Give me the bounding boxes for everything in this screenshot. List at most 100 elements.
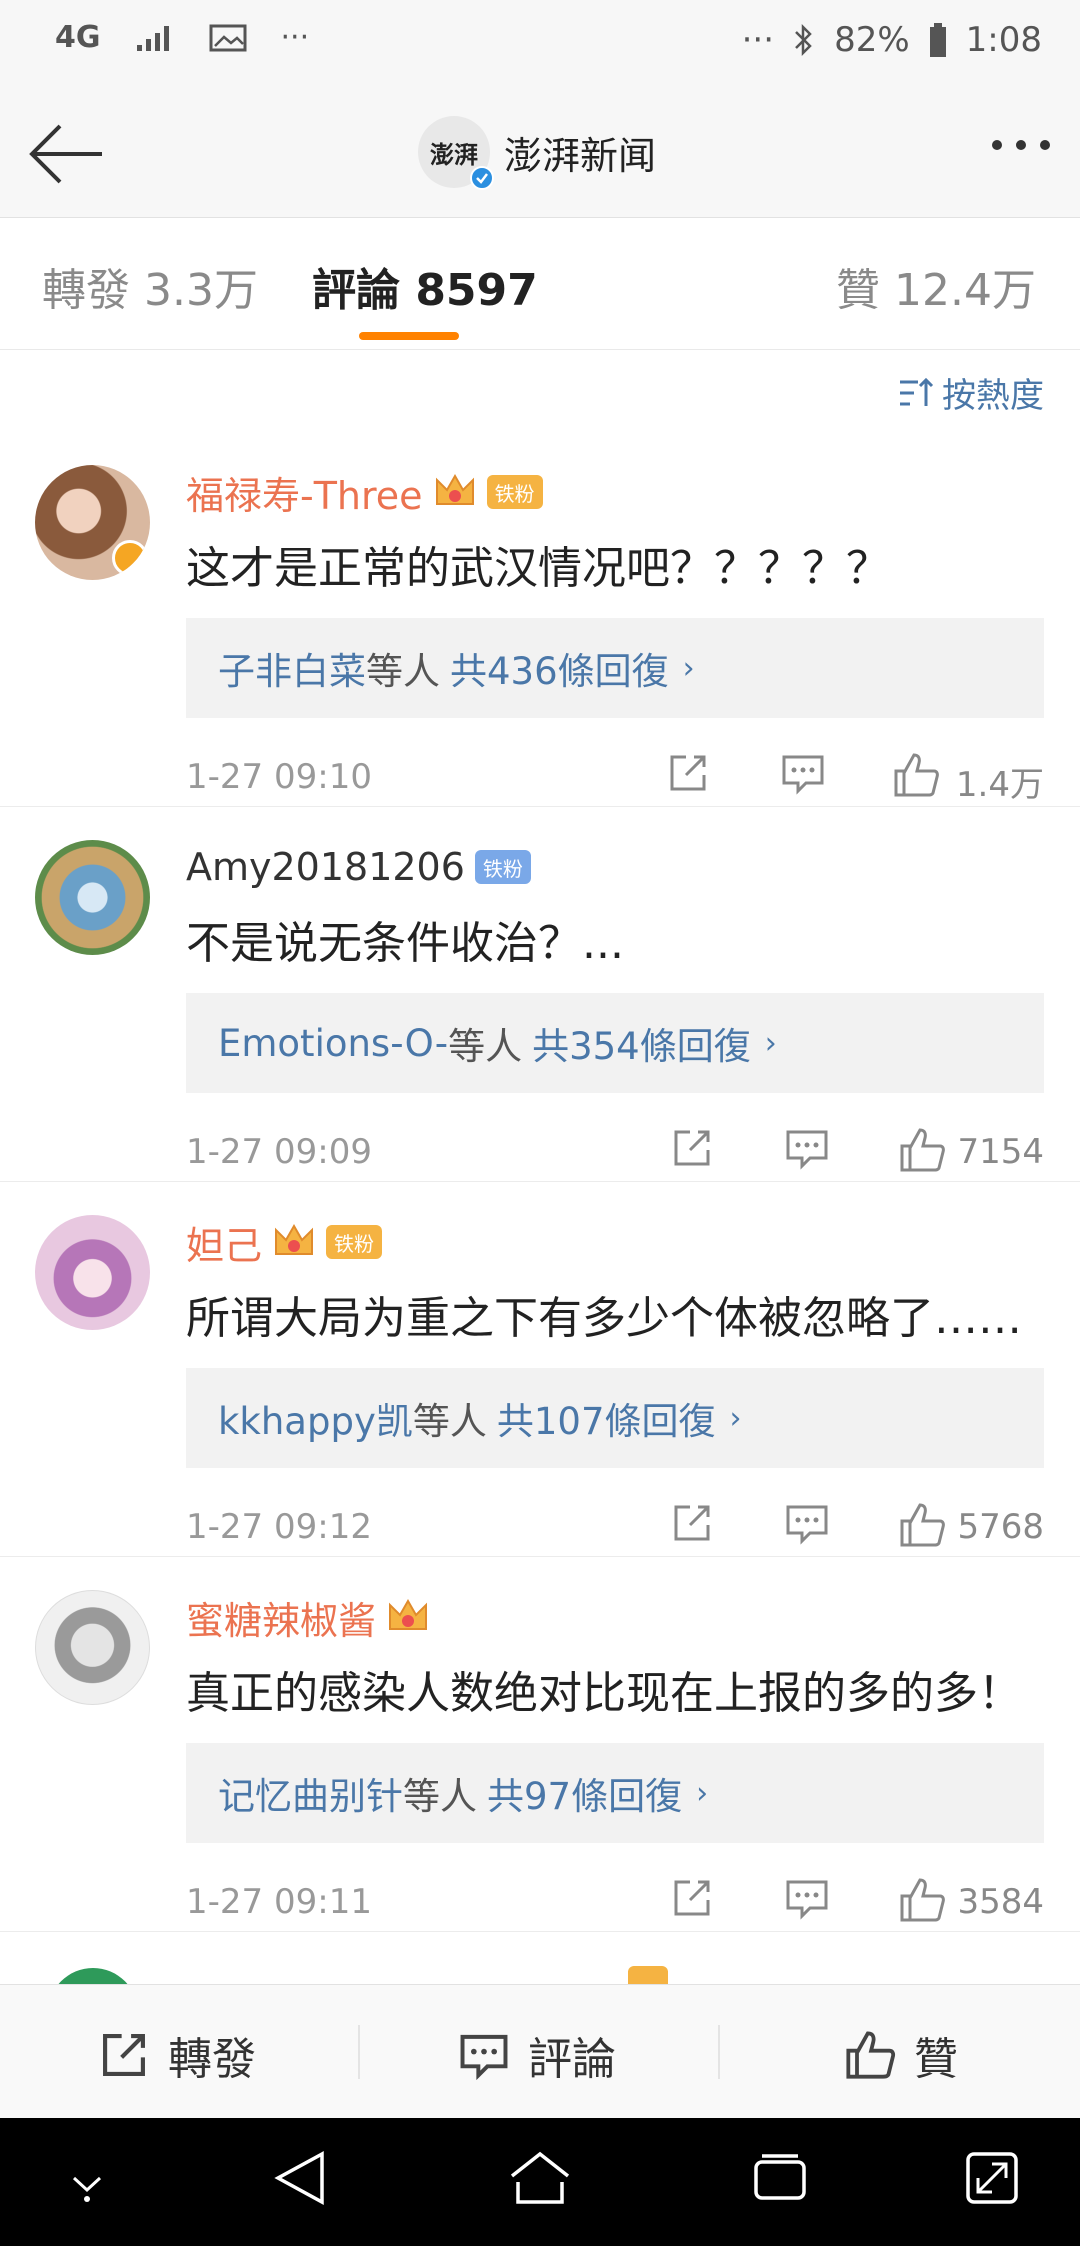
more-notifications: ··· xyxy=(280,20,310,55)
share-icon[interactable] xyxy=(670,1501,714,1545)
comment-icon[interactable] xyxy=(784,1876,830,1920)
chevron-right-icon: › xyxy=(682,650,695,686)
sort-label: 按熱度 xyxy=(942,376,1044,416)
crown-icon xyxy=(272,1220,316,1264)
more-options-button[interactable] xyxy=(992,140,1050,150)
reply-users[interactable]: 记忆曲别针 xyxy=(218,1766,403,1820)
more-dot-icon xyxy=(1016,140,1026,150)
more-dot-icon xyxy=(992,140,1002,150)
account-avatar-logo: 澎湃 xyxy=(430,139,478,169)
sort-button[interactable]: 按熱度 xyxy=(898,368,1044,417)
comment-item: Amy20181206 铁粉 不是说无条件收治？... Emotions-O- … xyxy=(0,807,1080,1182)
share-icon[interactable] xyxy=(666,751,710,795)
user-avatar[interactable] xyxy=(35,465,150,580)
fan-badge: 铁粉 xyxy=(474,850,531,884)
comment-label: 評論 xyxy=(528,2034,616,2085)
comment-text: 不是说无条件收治？... xyxy=(186,918,624,969)
fullscreen-icon xyxy=(966,2152,1018,2204)
reply-count[interactable]: 共436條回復 xyxy=(450,641,669,695)
tab-likes[interactable]: 贊 12.4万 xyxy=(836,254,1036,318)
comment-icon[interactable] xyxy=(780,751,826,795)
more-dot-icon xyxy=(1040,140,1050,150)
user-avatar[interactable] xyxy=(48,1968,138,1984)
reply-others: 等人 xyxy=(448,1025,523,1068)
username[interactable]: 妲己 xyxy=(186,1215,262,1270)
hide-keyboard-button[interactable] xyxy=(62,2168,112,2204)
username[interactable]: 福禄寿-Three xyxy=(186,465,423,520)
user-avatar[interactable] xyxy=(35,840,150,955)
battery-percent: 82% xyxy=(834,20,910,60)
like-count: 1.4万 xyxy=(955,765,1044,805)
share-icon[interactable] xyxy=(670,1126,714,1170)
reply-count[interactable]: 共97條回復 xyxy=(487,1766,682,1820)
sort-icon xyxy=(900,377,934,406)
reply-others: 等人 xyxy=(412,1400,487,1443)
reply-others: 等人 xyxy=(366,650,440,693)
fan-badge: 铁粉 xyxy=(486,475,543,509)
reply-count[interactable]: 共354條回復 xyxy=(532,1016,751,1070)
comment-icon[interactable] xyxy=(784,1501,830,1545)
replies-preview[interactable]: Emotions-O- 等人 共354條回復 › xyxy=(186,993,1044,1093)
comment-time: 1-27 09:10 xyxy=(186,757,372,797)
repost-icon xyxy=(103,2034,145,2076)
home-icon xyxy=(510,2151,570,2204)
comment-text: 所谓大局为重之下有多少个体被忽略了…… xyxy=(186,1293,1022,1344)
like-count: 5768 xyxy=(957,1507,1044,1547)
tab-reposts[interactable]: 轉發 3.3万 xyxy=(42,254,258,318)
like-icon[interactable] xyxy=(898,1501,946,1549)
bluetooth-icon xyxy=(792,22,816,58)
image-notification-icon xyxy=(209,23,247,53)
clock: 1:08 xyxy=(965,20,1042,60)
reply-others: 等人 xyxy=(403,1775,477,1818)
verified-badge-icon xyxy=(112,540,148,576)
reply-users[interactable]: 子非白菜 xyxy=(218,641,366,695)
back-triangle-icon xyxy=(274,2151,324,2205)
comment-icon[interactable] xyxy=(784,1126,830,1170)
like-icon[interactable] xyxy=(892,751,940,799)
account-avatar[interactable]: 澎湃 xyxy=(418,116,494,190)
comment-text: 这才是正常的武汉情况吧？？？？？ xyxy=(186,543,890,594)
account-name[interactable]: 澎湃新闻 xyxy=(504,125,656,180)
crown-icon xyxy=(628,1966,668,1984)
username[interactable]: 蜜糖辣椒酱 xyxy=(186,1590,376,1645)
comment-item: 妲己 铁粉 所谓大局为重之下有多少个体被忽略了…… kkhappy凯 等人 共1… xyxy=(0,1182,1080,1557)
comment-icon xyxy=(460,2034,508,2080)
username[interactable]: Amy20181206 xyxy=(186,845,465,889)
divider xyxy=(718,2025,720,2079)
top-nav-bar: 澎湃 澎湃新闻 xyxy=(0,90,1080,218)
account-header[interactable]: 澎湃 澎湃新闻 xyxy=(418,116,656,190)
replies-preview[interactable]: 记忆曲别针 等人 共97條回復 › xyxy=(186,1743,1044,1843)
reply-count[interactable]: 共107條回復 xyxy=(497,1391,716,1445)
like-icon[interactable] xyxy=(898,1126,946,1174)
reply-users[interactable]: Emotions-O- xyxy=(218,1022,448,1065)
comment-item: 蜜糖辣椒酱 真正的感染人数绝对比现在上报的多的多！ 记忆曲别针 等人 共97條回… xyxy=(0,1557,1080,1932)
verified-icon xyxy=(470,166,494,190)
repost-button[interactable]: 轉發 xyxy=(98,2023,256,2087)
like-icon[interactable] xyxy=(898,1876,946,1924)
user-avatar[interactable] xyxy=(35,1215,150,1330)
reply-users[interactable]: kkhappy凯 xyxy=(218,1391,413,1445)
status-bar: 4G ··· ··· 82% 1:08 xyxy=(0,0,1080,90)
bottom-action-bar: 轉發 評論 贊 xyxy=(0,1984,1080,2118)
signal-icon xyxy=(135,23,175,53)
replies-preview[interactable]: 子非白菜 等人 共436條回復 › xyxy=(186,618,1044,718)
nav-back-button[interactable] xyxy=(272,2148,328,2208)
tab-bar: 轉發 3.3万 評論 8597 贊 12.4万 xyxy=(0,218,1080,350)
nav-expand-button[interactable] xyxy=(962,2148,1022,2208)
partial-comment-item xyxy=(0,1960,1080,1984)
replies-preview[interactable]: kkhappy凯 等人 共107條回復 › xyxy=(186,1368,1044,1468)
back-button[interactable] xyxy=(26,118,106,190)
back-arrow-icon xyxy=(29,124,102,184)
nav-home-button[interactable] xyxy=(508,2148,572,2208)
like-button[interactable]: 贊 xyxy=(844,2023,958,2087)
comment-text: 真正的感染人数绝对比现在上报的多的多！ xyxy=(186,1668,1022,1719)
nav-recents-button[interactable] xyxy=(750,2148,810,2208)
like-label: 贊 xyxy=(914,2034,958,2085)
like-count: 7154 xyxy=(957,1132,1044,1172)
tab-comments[interactable]: 評論 8597 xyxy=(312,254,538,318)
chevron-right-icon: › xyxy=(696,1775,709,1811)
recents-icon xyxy=(754,2154,806,2200)
user-avatar[interactable] xyxy=(35,1590,150,1705)
comment-button[interactable]: 評論 xyxy=(458,2023,616,2087)
share-icon[interactable] xyxy=(670,1876,714,1920)
